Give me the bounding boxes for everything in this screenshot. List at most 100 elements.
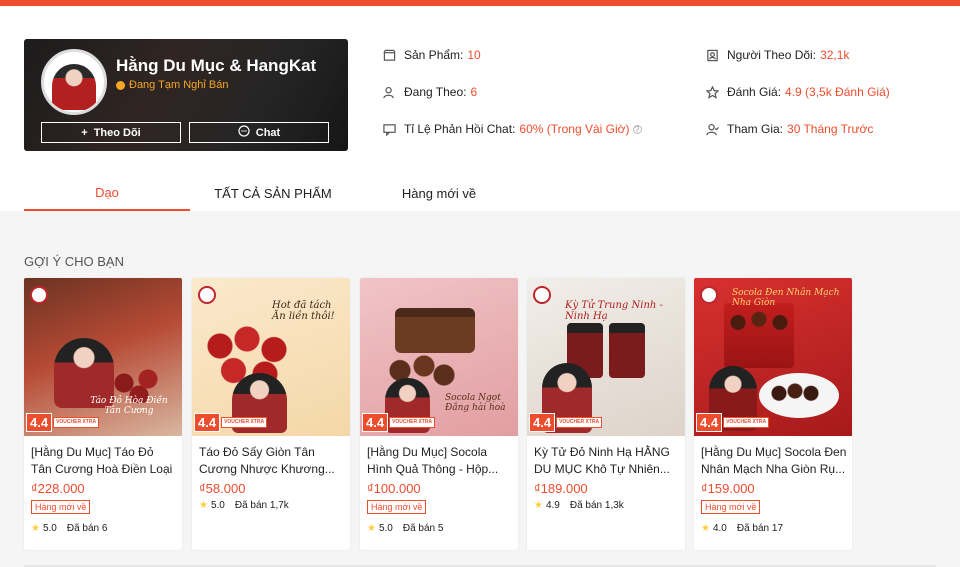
chat-button-label: Chat — [255, 126, 281, 139]
voucher-badge: 4.4 VOUCHER XTRA — [529, 413, 603, 432]
voucher-badge: 4.4 VOUCHER XTRA — [362, 413, 436, 432]
rating-value: 5.0 — [210, 500, 225, 511]
product-card[interactable]: Kỳ Tử Trung Ninh - Ninh Hạ 4.4 VOUCHER X… — [527, 278, 685, 550]
product-image[interactable]: Táo Đỏ Hòa Điền Tân Cương 4.4 VOUCHER XT… — [24, 278, 182, 436]
user-add-icon — [382, 85, 396, 99]
voucher-badge: 4.4 VOUCHER XTRA — [696, 413, 770, 432]
avatar-figure — [52, 64, 96, 110]
shop-tabs: Dạo TẤT CẢ SẢN PHẨM Hàng mới về — [24, 176, 936, 211]
product-image-caption: Hot đã tách Ăn liền thôi! — [272, 300, 335, 322]
help-circle-icon[interactable]: ? — [632, 124, 642, 134]
chocolate-box-graphic — [395, 308, 475, 353]
new-arrival-badge: Hàng mới về — [701, 500, 761, 514]
stat-rating-label: Đánh Giá: — [727, 85, 782, 99]
new-arrival-badge: Hàng mới về — [367, 500, 427, 514]
shop-logo-icon — [198, 286, 216, 304]
rating-value: 4.9 — [545, 500, 560, 511]
sold-count: Đã bán 6 — [66, 523, 108, 534]
stat-followers-value: 32,1k — [820, 48, 850, 62]
product-card[interactable]: Socola Đen Nhân Mạch Nha Giòn 4.4 VOUCHE… — [694, 278, 852, 550]
status-dot-icon — [116, 80, 125, 90]
shop-logo-icon — [533, 286, 551, 304]
product-card[interactable]: Socola Ngọt Đắng hài hoà 4.4 VOUCHER XTR… — [360, 278, 518, 550]
product-image[interactable]: Hot đã tách Ăn liền thôi! 4.4 VOUCHER XT… — [192, 278, 350, 436]
new-arrival-badge: Hàng mới về — [31, 500, 91, 514]
sold-count: Đã bán 1,3k — [569, 500, 624, 511]
product-image[interactable]: Kỳ Tử Trung Ninh - Ninh Hạ 4.4 VOUCHER X… — [527, 278, 685, 436]
voucher-number: 4.4 — [26, 413, 53, 432]
voucher-number: 4.4 — [696, 413, 723, 432]
product-price: ₫100.000 — [367, 481, 421, 496]
stat-following-value: 6 — [470, 85, 478, 99]
stat-products-value: 10 — [467, 48, 481, 62]
rating-value: 4.0 — [712, 523, 727, 534]
tab-dao[interactable]: Dạo — [24, 176, 190, 211]
voucher-number: 4.4 — [194, 413, 221, 432]
stat-followers: Người Theo Dõi: 32,1k — [705, 48, 849, 62]
star-icon: ★ — [701, 523, 710, 534]
stat-joined: Tham Gia: 30 Tháng Trước — [705, 122, 873, 136]
voucher-badge: 4.4 VOUCHER XTRA — [194, 413, 268, 432]
product-card[interactable]: Táo Đỏ Hòa Điền Tân Cương 4.4 VOUCHER XT… — [24, 278, 182, 550]
sold-count: Đã bán 17 — [736, 523, 784, 534]
section-title: GỢI Ý CHO BẠN — [24, 254, 124, 269]
plus-icon: + — [81, 126, 88, 139]
stat-following-label: Đang Theo: — [404, 85, 467, 99]
product-price: ₫58.000 — [199, 481, 246, 496]
shop-status: Đang Tạm Nghỉ Bán — [116, 79, 228, 91]
product-title[interactable]: [Hằng Du Mục] Socola Hình Quả Thông - Hộ… — [367, 444, 513, 478]
stat-joined-label: Tham Gia: — [727, 122, 784, 136]
product-rating: ★ 4.9 Đã bán 1,3k — [534, 500, 624, 511]
product-image[interactable]: Socola Ngọt Đắng hài hoà 4.4 VOUCHER XTR… — [360, 278, 518, 436]
tab-new-arrivals[interactable]: Hàng mới về — [356, 176, 522, 211]
product-price: ₫159.000 — [701, 481, 755, 496]
product-title[interactable]: Táo Đỏ Sấy Giòn Tân Cương Nhược Khương..… — [199, 444, 345, 478]
voucher-label: VOUCHER XTRA — [723, 417, 770, 428]
stat-chat-rate-value: 60% (Trong Vài Giờ) — [519, 122, 630, 136]
bucket-graphic — [724, 303, 794, 368]
product-card[interactable]: Hot đã tách Ăn liền thôi! 4.4 VOUCHER XT… — [192, 278, 350, 550]
voucher-label: VOUCHER XTRA — [556, 417, 603, 428]
star-icon: ★ — [534, 500, 543, 511]
product-title[interactable]: [Hằng Du Mục] Socola Đen Nhân Mạch Nha G… — [701, 444, 847, 478]
voucher-badge: 4.4 VOUCHER XTRA — [26, 413, 100, 432]
follow-button[interactable]: + Theo Dõi — [41, 122, 181, 143]
star-outline-icon — [705, 85, 719, 99]
product-price: ₫228.000 — [31, 481, 85, 496]
stat-joined-value: 30 Tháng Trước — [787, 122, 874, 136]
rating-value: 5.0 — [378, 523, 393, 534]
product-image-caption: Socola Ngọt Đắng hài hoà — [445, 393, 506, 413]
product-title[interactable]: [Hằng Du Mục] Táo Đỏ Tân Cương Hoà Điền … — [31, 444, 177, 478]
voucher-label: VOUCHER XTRA — [53, 417, 100, 428]
chocolate-balls-graphic — [759, 373, 839, 418]
tab-all-products[interactable]: TẤT CẢ SẢN PHẨM — [190, 176, 356, 211]
store-icon — [382, 48, 396, 62]
product-title[interactable]: Kỳ Tử Đỏ Ninh Hạ HẰNG DU MỤC Khô Tự Nhiê… — [534, 444, 680, 478]
stat-following: Đang Theo: 6 — [382, 85, 477, 99]
followers-icon — [705, 48, 719, 62]
product-rating: ★ 5.0 Đã bán 1,7k — [199, 500, 289, 511]
product-image-caption: Kỳ Tử Trung Ninh - Ninh Hạ — [565, 300, 663, 322]
stat-rating: Đánh Giá: 4.9 (3,5k Đánh Giá) — [705, 85, 890, 99]
shop-status-label: Đang Tạm Nghỉ Bán — [129, 79, 229, 91]
shop-card: Hằng Du Mục & HangKat Đang Tạm Nghỉ Bán … — [24, 39, 348, 151]
sold-count: Đã bán 5 — [402, 523, 444, 534]
follow-button-label: Theo Dõi — [93, 126, 141, 139]
stat-followers-label: Người Theo Dõi: — [727, 48, 817, 62]
shop-logo-icon — [30, 286, 48, 304]
chat-button[interactable]: Chat — [189, 122, 329, 143]
stat-products-label: Sản Phẩm: — [404, 48, 464, 62]
voucher-label: VOUCHER XTRA — [221, 417, 268, 428]
shop-name[interactable]: Hằng Du Mục & HangKat — [116, 56, 316, 76]
product-image[interactable]: Socola Đen Nhân Mạch Nha Giòn 4.4 VOUCHE… — [694, 278, 852, 436]
jar-graphic — [609, 323, 645, 378]
voucher-number: 4.4 — [362, 413, 389, 432]
user-check-icon — [705, 122, 719, 136]
star-icon: ★ — [31, 523, 40, 534]
shop-logo-icon — [700, 286, 718, 304]
voucher-label: VOUCHER XTRA — [389, 417, 436, 428]
shop-avatar[interactable] — [41, 49, 107, 115]
stat-rating-value: 4.9 (3,5k Đánh Giá) — [785, 85, 890, 99]
product-rating: ★ 5.0 Đã bán 6 — [31, 523, 107, 534]
product-rating: ★ 5.0 Đã bán 5 — [367, 523, 443, 534]
